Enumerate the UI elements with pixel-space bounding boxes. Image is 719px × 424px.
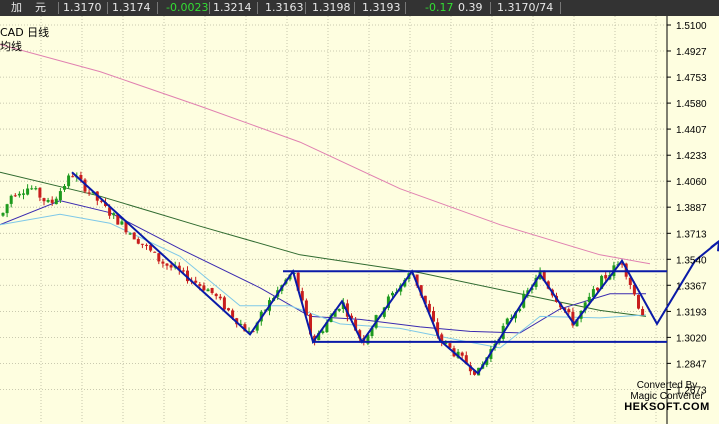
candle-body	[145, 244, 148, 246]
candle-body	[54, 198, 58, 205]
candle-body	[153, 251, 157, 253]
moving-average-label: 均线	[0, 40, 22, 53]
candle-body	[140, 243, 144, 245]
candle-body	[181, 270, 185, 272]
candle-body	[30, 188, 34, 190]
candle-body	[112, 213, 116, 216]
candle-body	[596, 287, 599, 291]
candle-body	[34, 188, 38, 190]
y-tick-label: 1.3887	[676, 203, 707, 214]
quote-label-unit: 元	[35, 1, 46, 14]
quote-bar: 加 元 1.3170 1.3174 -0.0023 1.3214 1.3163 …	[0, 0, 719, 16]
quote-change-pct: -0.17	[425, 1, 454, 14]
candle-body	[128, 233, 132, 235]
quote-open: 1.3214	[213, 1, 252, 14]
y-tick-label: 1.4233	[676, 151, 707, 162]
candle-body	[13, 195, 17, 197]
candle-body	[38, 187, 42, 198]
quote-low: 1.3163	[265, 1, 304, 14]
y-tick-label: 1.4927	[676, 47, 707, 58]
y-tick-label: 1.2847	[676, 359, 707, 370]
candle-body	[161, 261, 165, 264]
quote-ask: 1.3174	[112, 1, 151, 14]
watermark-line-1: Converted By	[636, 380, 698, 391]
candle-body	[218, 296, 222, 299]
y-tick-label: 1.3713	[676, 229, 707, 240]
quote-label-add: 加	[11, 1, 22, 14]
candle-body	[604, 275, 608, 279]
quote-high: 1.3198	[312, 1, 351, 14]
y-tick-label: 1.4580	[676, 99, 707, 110]
y-tick-label: 1.4407	[676, 125, 707, 136]
candle-body	[391, 292, 394, 296]
candle-body	[567, 309, 571, 313]
candle-body	[169, 265, 173, 268]
candle-body	[198, 284, 202, 286]
candle-body	[5, 204, 9, 214]
candle-body	[136, 239, 140, 244]
y-tick-label: 1.5100	[676, 21, 707, 32]
candle-body	[165, 263, 169, 266]
candle-body	[194, 280, 198, 283]
candle-body	[227, 308, 230, 311]
y-tick-label: 1.3367	[676, 281, 707, 292]
quote-prev: 1.3193	[362, 1, 401, 14]
candle-body	[202, 285, 206, 291]
candle-body	[22, 193, 25, 195]
y-tick-label: 1.3540	[676, 255, 707, 266]
candle-body	[460, 352, 464, 356]
quote-change: -0.0023	[166, 1, 209, 14]
y-tick-label: 1.4753	[676, 73, 707, 84]
y-tick-label: 1.4060	[676, 177, 707, 188]
candle-body	[50, 199, 54, 203]
candle-body	[87, 192, 91, 194]
candle-body	[641, 309, 645, 316]
candle-body	[58, 191, 62, 200]
y-tick-label: 1.3193	[676, 307, 707, 318]
candle-body	[214, 293, 218, 297]
candle-body	[42, 198, 46, 202]
candle-body	[337, 308, 341, 311]
quote-bid-ask: 1.3170/74	[497, 1, 554, 14]
candle-body	[9, 195, 13, 204]
candle	[132, 231, 136, 240]
candle-body	[1, 212, 5, 216]
y-tick-label: 1.3020	[676, 333, 707, 344]
price-chart: 1.5100 1.4927 1.4753 1.4580 1.4407 1.4233 1.40…	[0, 16, 719, 424]
candle-body	[321, 331, 325, 333]
candle-body	[206, 289, 210, 292]
candle-body	[46, 200, 50, 202]
candle	[637, 294, 640, 310]
candle-body	[157, 253, 161, 262]
candle-body	[132, 232, 136, 240]
candle-body	[210, 288, 214, 293]
quote-last: 1.3170	[63, 1, 102, 14]
candle-body	[67, 175, 71, 187]
watermark-brand: HEKSOFT.COM	[624, 401, 710, 413]
candle-body	[120, 221, 124, 225]
candle-body	[17, 193, 21, 196]
candle-body	[63, 186, 66, 190]
candle	[67, 173, 71, 189]
quote-amplitude: 0.39	[458, 1, 483, 14]
candle-body	[71, 176, 75, 178]
converter-watermark: Converted By Magic Converter HEKSOFT.COM	[621, 380, 713, 413]
candle-body	[637, 295, 640, 309]
candle-body	[26, 188, 30, 195]
candle-body	[222, 297, 226, 310]
